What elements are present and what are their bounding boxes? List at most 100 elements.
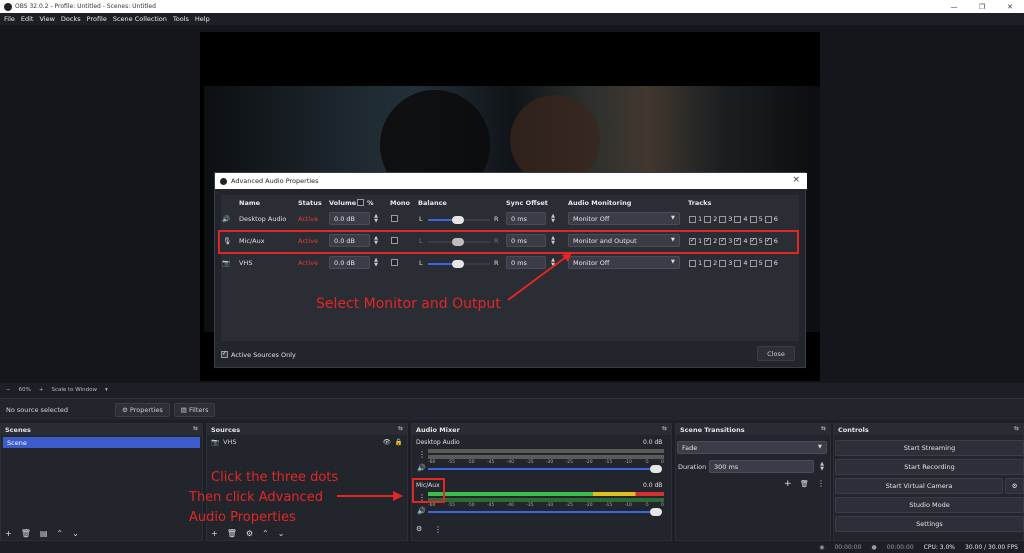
track-checkbox[interactable]: [749, 215, 757, 223]
trash-icon[interactable]: 🗑: [227, 529, 237, 538]
balance-slider[interactable]: [428, 260, 490, 268]
menu-help[interactable]: Help: [195, 15, 210, 23]
minimize-button[interactable]: —: [940, 0, 968, 13]
menu-dots-icon[interactable]: ⋮: [817, 479, 825, 488]
filter-icon[interactable]: ▤: [40, 529, 48, 538]
move-down-icon[interactable]: ⌄: [72, 529, 79, 538]
lock-icon[interactable]: 🔒: [395, 438, 403, 446]
scene-item[interactable]: Scene: [3, 437, 200, 448]
eye-icon[interactable]: 👁: [383, 438, 391, 446]
dock-menu-icon[interactable]: ⇆: [1014, 425, 1019, 432]
monitoring-select[interactable]: Monitor Off: [568, 256, 680, 269]
sync-offset-field[interactable]: 0 ms: [506, 212, 546, 225]
menu-bar: File Edit View Docks Profile Scene Colle…: [0, 13, 1024, 25]
active-sources-label: Active Sources Only: [231, 351, 296, 359]
zoom-out-button[interactable]: −: [6, 387, 11, 393]
menu-edit[interactable]: Edit: [21, 15, 34, 23]
header-audio-monitoring: Audio Monitoring: [568, 199, 632, 207]
stream-status-icon: ◉: [819, 543, 825, 551]
duration-spin[interactable]: ▲ ▼: [818, 460, 826, 473]
add-icon[interactable]: +: [211, 529, 218, 538]
duration-label: Duration: [678, 463, 707, 471]
track-checkbox[interactable]: [689, 215, 696, 223]
menu-view[interactable]: View: [39, 15, 54, 23]
studio-mode-button[interactable]: Studio Mode: [835, 497, 1024, 513]
header-sync-offset: Sync Offset: [506, 199, 548, 207]
level-meter: [428, 498, 664, 502]
track-checkbox[interactable]: [704, 215, 712, 223]
track-checkbox[interactable]: [764, 259, 772, 267]
header-balance: Balance: [418, 199, 447, 207]
level-meter: [428, 492, 664, 496]
menu-profile[interactable]: Profile: [87, 15, 107, 23]
transition-select[interactable]: Fade: [677, 441, 827, 454]
source-item[interactable]: 📷 VHS 👁 🔒: [211, 438, 403, 446]
menu-docks[interactable]: Docks: [61, 15, 81, 23]
mono-checkbox[interactable]: [391, 215, 398, 222]
close-button[interactable]: Close: [757, 346, 795, 361]
header-status: Status: [298, 199, 322, 207]
dock-menu-icon[interactable]: ⇆: [821, 425, 826, 432]
trash-icon[interactable]: 🗑: [21, 529, 31, 538]
maximize-button[interactable]: ❐: [968, 0, 996, 13]
menu-tools[interactable]: Tools: [173, 15, 189, 23]
track-checkbox[interactable]: [749, 259, 757, 267]
transitions-title: Scene Transitions: [680, 426, 745, 434]
filters-button[interactable]: ▤ Filters: [173, 402, 216, 417]
track-checkbox[interactable]: [704, 259, 712, 267]
duration-field[interactable]: 300 ms: [709, 460, 814, 473]
volume-slider[interactable]: [428, 465, 662, 473]
volume-field[interactable]: 0.0 dB: [329, 212, 370, 225]
chevron-down-icon[interactable]: ▾: [105, 387, 108, 393]
add-icon[interactable]: +: [784, 479, 792, 489]
start-virtual-camera-button[interactable]: Start Virtual Camera: [835, 478, 1003, 494]
dialog-close-icon[interactable]: ×: [792, 175, 800, 185]
three-dots-icon[interactable]: ⋮: [418, 450, 426, 459]
properties-button[interactable]: ⚙ Properties: [115, 402, 170, 417]
dock-menu-icon[interactable]: ⇆: [193, 425, 198, 432]
zoom-in-button[interactable]: +: [39, 387, 44, 393]
close-window-button[interactable]: ✕: [996, 0, 1024, 13]
balance-slider[interactable]: [428, 216, 490, 224]
move-up-icon[interactable]: ⌃: [56, 529, 63, 538]
speaker-icon[interactable]: 🔊: [417, 507, 426, 515]
virtual-camera-settings-icon[interactable]: ⚙: [1005, 478, 1024, 494]
sync-spin[interactable]: ▲ ▼: [549, 212, 557, 225]
volume-spin[interactable]: ▲ ▼: [372, 256, 380, 269]
settings-button[interactable]: Settings: [835, 516, 1024, 532]
scale-mode[interactable]: Scale to Window: [51, 387, 97, 393]
mono-checkbox[interactable]: [391, 259, 398, 266]
volume-slider[interactable]: [428, 508, 662, 516]
gear-icon[interactable]: ⚙: [246, 529, 253, 538]
obs-logo-icon: [220, 177, 227, 185]
start-streaming-button[interactable]: Start Streaming: [835, 440, 1024, 456]
chevron-down-icon: ▼: [818, 444, 822, 450]
dock-menu-icon[interactable]: ⇆: [662, 425, 667, 432]
mixer-settings-icon[interactable]: ⚙: [416, 525, 422, 533]
move-up-icon[interactable]: ⌃: [262, 529, 269, 538]
record-time: 00:00:00: [886, 543, 914, 551]
track-checkbox[interactable]: [734, 259, 742, 267]
menu-file[interactable]: File: [4, 15, 15, 23]
volume-percent-checkbox[interactable]: [357, 199, 364, 206]
start-recording-button[interactable]: Start Recording: [835, 459, 1024, 475]
trash-icon[interactable]: 🗑: [800, 480, 809, 488]
track-checkbox[interactable]: [734, 215, 742, 223]
mixer-menu-icon[interactable]: ⋮: [434, 525, 442, 534]
active-sources-checkbox[interactable]: [221, 350, 228, 358]
track-checkbox[interactable]: [764, 215, 772, 223]
channel-name: Desktop Audio: [416, 439, 460, 446]
volume-field[interactable]: 0.0 dB: [329, 256, 370, 269]
move-down-icon[interactable]: ⌄: [278, 529, 285, 538]
dock-menu-icon[interactable]: ⇆: [398, 425, 403, 432]
track-checkbox[interactable]: [689, 259, 696, 267]
speaker-icon[interactable]: 🔊: [417, 464, 426, 472]
header-mono: Mono: [390, 199, 411, 207]
track-checkbox[interactable]: [719, 259, 727, 267]
track-checkbox[interactable]: [719, 215, 727, 223]
menu-scene-collection[interactable]: Scene Collection: [113, 15, 167, 23]
volume-spin[interactable]: ▲ ▼: [372, 212, 380, 225]
dialog-title: Advanced Audio Properties: [231, 177, 319, 185]
add-icon[interactable]: +: [5, 529, 12, 538]
monitoring-select[interactable]: Monitor Off: [568, 212, 680, 225]
